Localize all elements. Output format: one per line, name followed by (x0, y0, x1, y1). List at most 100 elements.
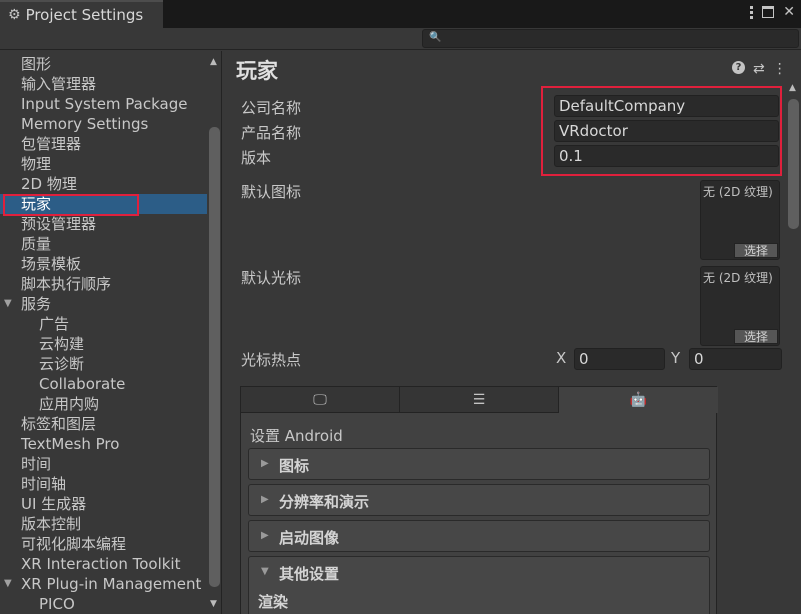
rendering-subheading: 渲染 (258, 593, 289, 611)
sidebar-item-label: 云构建 (39, 335, 85, 353)
sidebar-item[interactable]: 时间 (0, 454, 207, 474)
section-resolution-foldout[interactable]: ▶ 分辨率和演示 (248, 484, 710, 516)
chevron-right-icon: ▶ (261, 458, 269, 469)
sidebar-item-label: UI 生成器 (21, 495, 87, 513)
scroll-down-icon[interactable]: ▼ (210, 599, 217, 609)
sidebar-item[interactable]: 质量 (0, 234, 207, 254)
sidebar-item-label: Memory Settings (21, 115, 149, 133)
sidebar-item[interactable]: ▼ 服务 (0, 294, 207, 314)
default-cursor-label: 默认光标 (241, 269, 302, 287)
project-settings-tab[interactable]: ⚙ Project Settings (0, 0, 163, 28)
sidebar-item-label: 时间 (21, 455, 52, 473)
sidebar-item-label: 包管理器 (21, 135, 82, 153)
sidebar-item[interactable]: 2D 物理 (0, 174, 207, 194)
chevron-right-icon: ▶ (261, 530, 269, 541)
sidebar-item-label: 脚本执行顺序 (21, 275, 112, 293)
section-other-settings-foldout[interactable]: ▼ 其他设置 渲染 (248, 556, 710, 614)
sidebar-item[interactable]: 场景模板 (0, 254, 207, 274)
chevron-down-icon[interactable]: ▼ (4, 574, 12, 594)
window-controls: ✕ (750, 4, 795, 20)
monitor-icon: 🖵 (313, 392, 327, 408)
sidebar-item[interactable]: 版本控制 (0, 514, 207, 534)
tab-standalone[interactable]: 🖵 (241, 387, 400, 413)
sidebar-item[interactable]: 标签和图层 (0, 414, 207, 434)
sidebar-item[interactable]: 可视化脚本编程 (0, 534, 207, 554)
sidebar-item[interactable]: 物理 (0, 154, 207, 174)
close-icon[interactable]: ✕ (783, 4, 795, 20)
hotspot-x-label: X (556, 349, 567, 367)
main-scroll-thumb[interactable] (788, 99, 799, 229)
sidebar-item[interactable]: Collaborate (0, 374, 207, 394)
tab-android[interactable]: 🤖 (559, 387, 718, 413)
search-input[interactable]: 🔍 (422, 29, 799, 48)
sidebar-item[interactable]: 应用内购 (0, 394, 207, 414)
sidebar-item-label: XR Interaction Toolkit (21, 555, 181, 573)
page-title: 玩家 (236, 59, 278, 83)
section-icon-foldout[interactable]: ▶ 图标 (248, 448, 710, 480)
sidebar-item[interactable]: 预设管理器 (0, 214, 207, 234)
sidebar-item-label: Input System Package (21, 95, 188, 113)
window-title: Project Settings (25, 6, 144, 24)
platform-settings-box: 🖵 ☰ 🤖 设置 Android ▶ 图标 ▶ 分辨率和演示 ▶ 启动图像 ▼ … (240, 386, 718, 614)
company-name-label: 公司名称 (241, 99, 302, 117)
selection-highlight-box (3, 194, 139, 216)
scroll-up-icon[interactable]: ▲ (789, 83, 796, 93)
sidebar-item[interactable]: 时间轴 (0, 474, 207, 494)
more-options-icon[interactable] (750, 4, 754, 20)
sidebar-item[interactable]: 云构建 (0, 334, 207, 354)
sidebar-item[interactable]: XR Interaction Toolkit (0, 554, 207, 574)
presets-icon[interactable]: ⇄ (753, 61, 765, 77)
sidebar-scrollbar[interactable]: ▲ ▼ (207, 51, 221, 614)
sidebar-item-label: 可视化脚本编程 (21, 535, 127, 553)
default-cursor-select-button[interactable]: 选择 (734, 329, 778, 344)
sidebar-item[interactable]: 云诊断 (0, 354, 207, 374)
cursor-hotspot-label: 光标热点 (241, 351, 302, 369)
sidebar-item-label: 版本控制 (21, 515, 82, 533)
help-icon[interactable]: ? (732, 61, 745, 74)
hotspot-y-field[interactable]: 0 (689, 348, 782, 370)
hotspot-x-field[interactable]: 0 (574, 348, 665, 370)
scroll-up-icon[interactable]: ▲ (210, 57, 217, 67)
main-scrollbar[interactable]: ▲ (786, 81, 801, 614)
sidebar-item-label: 2D 物理 (21, 175, 77, 193)
sidebar-item-label: 图形 (21, 55, 52, 73)
sidebar-item[interactable]: 包管理器 (0, 134, 207, 154)
sidebar-item[interactable]: ▼ XR Plug-in Management (0, 574, 207, 594)
chevron-down-icon[interactable]: ▼ (4, 294, 12, 314)
header-icons: ? ⇄ ⋮ (732, 61, 787, 77)
sidebar-item-label: Collaborate (39, 375, 126, 393)
window-titlebar: ⚙ Project Settings ✕ (0, 0, 801, 28)
sidebar-item[interactable]: TextMesh Pro (0, 434, 207, 454)
gear-icon: ⚙ (8, 7, 21, 23)
sidebar-item-label: 服务 (21, 295, 52, 313)
sidebar-scroll-thumb[interactable] (209, 127, 220, 587)
sidebar-item[interactable]: Memory Settings (0, 114, 207, 134)
chevron-down-icon: ▼ (261, 566, 269, 577)
default-icon-select-button[interactable]: 选择 (734, 243, 778, 258)
sidebar-item[interactable]: PICO (0, 594, 207, 614)
section-splash-foldout[interactable]: ▶ 启动图像 (248, 520, 710, 552)
sidebar-item-label: 标签和图层 (21, 415, 97, 433)
version-label: 版本 (241, 149, 272, 167)
sidebar-item[interactable]: 脚本执行顺序 (0, 274, 207, 294)
sidebar-item[interactable]: 输入管理器 (0, 74, 207, 94)
sidebar-item-label: 输入管理器 (21, 75, 97, 93)
sidebar-item[interactable]: UI 生成器 (0, 494, 207, 514)
sidebar-item-label: 时间轴 (21, 475, 67, 493)
sidebar-item[interactable]: 图形 (0, 54, 207, 74)
default-icon-field[interactable]: 无 (2D 纹理) 选择 (700, 180, 780, 260)
maximize-icon[interactable] (762, 6, 775, 18)
more-options-icon[interactable]: ⋮ (773, 61, 787, 77)
hotspot-y-label: Y (671, 349, 681, 367)
sidebar-item-label: 质量 (21, 235, 52, 253)
sidebar-item[interactable]: 广告 (0, 314, 207, 334)
sidebar-item[interactable]: Input System Package (0, 94, 207, 114)
sidebar-item-label: XR Plug-in Management (21, 575, 202, 593)
tab-server[interactable]: ☰ (400, 387, 559, 413)
settings-sidebar: 图形输入管理器 Input System Package Memory Settin… (0, 51, 222, 614)
default-icon-value: 无 (2D 纹理) (703, 185, 773, 199)
sidebar-item-label: 场景模板 (21, 255, 82, 273)
default-cursor-field[interactable]: 无 (2D 纹理) 选择 (700, 266, 780, 346)
sidebar-item-label: 广告 (39, 315, 70, 333)
sidebar-item-label: 物理 (21, 155, 52, 173)
